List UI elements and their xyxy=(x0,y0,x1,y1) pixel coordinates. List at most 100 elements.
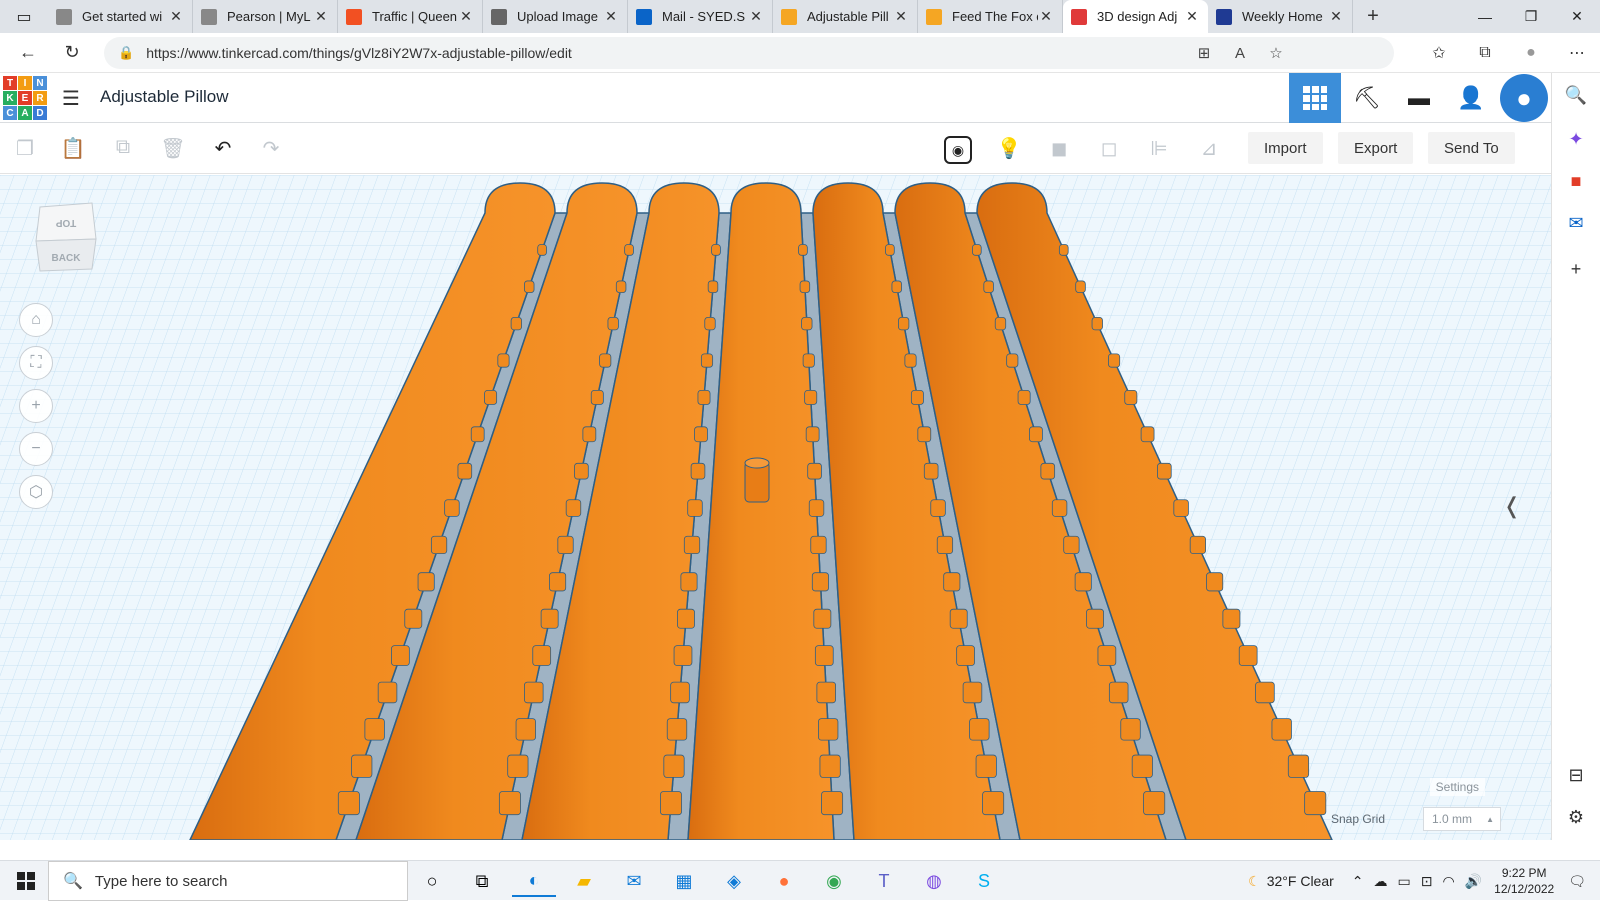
collections-icon[interactable]: ⧉ xyxy=(1462,44,1508,62)
close-tab-icon[interactable]: ✕ xyxy=(313,8,329,25)
close-tab-icon[interactable]: ✕ xyxy=(603,8,619,25)
page-icon xyxy=(201,8,217,25)
discord-icon[interactable]: ◍ xyxy=(912,865,956,897)
close-tab-icon[interactable]: ✕ xyxy=(1184,8,1200,25)
browser-tab[interactable]: Adjustable Pill ✕ xyxy=(773,0,918,33)
office-icon[interactable]: ■ xyxy=(1552,171,1600,192)
hole-shape-icon[interactable]: ◻ xyxy=(1094,136,1124,162)
profile-icon[interactable]: ● xyxy=(1508,44,1554,62)
windows-start-icon[interactable] xyxy=(6,866,46,896)
view-cube[interactable]: TOP BACK xyxy=(34,201,98,273)
add-user-icon[interactable]: 👤 xyxy=(1445,73,1497,123)
copy-icon[interactable]: ❐ xyxy=(10,136,40,162)
url-field[interactable]: 🔒 https://www.tinkercad.com/things/gVlz8… xyxy=(104,37,1394,69)
outlook-icon[interactable]: ✉ xyxy=(1552,213,1600,234)
notes-lightbulb-icon[interactable]: 💡 xyxy=(994,136,1024,162)
hide-sidebar-icon[interactable]: ⊟ xyxy=(1552,765,1600,786)
new-tab-button[interactable]: + xyxy=(1353,0,1393,33)
device-icon[interactable]: ⊡ xyxy=(1421,873,1433,890)
show-all-icon[interactable]: ◉ xyxy=(944,136,972,164)
teams-icon[interactable]: T xyxy=(862,865,906,897)
search-icon[interactable]: 🔍 xyxy=(1552,85,1600,106)
notifications-icon[interactable]: 🗨 xyxy=(1568,873,1586,890)
weather-moon-icon[interactable]: ☾ xyxy=(1248,873,1261,890)
favorites-icon[interactable]: ✩ xyxy=(1416,43,1462,63)
user-avatar[interactable]: ● xyxy=(1500,74,1548,122)
tab-actions-icon[interactable]: ▭ xyxy=(0,0,48,33)
design-list-icon[interactable]: ☰ xyxy=(62,86,84,110)
perspective-toggle-icon[interactable]: ⬡ xyxy=(19,475,53,509)
browser-tab[interactable]: Feed The Fox c ✕ xyxy=(918,0,1063,33)
undo-icon[interactable]: ↶ xyxy=(208,136,238,162)
minimize-icon[interactable]: — xyxy=(1462,0,1508,33)
back-arrow-icon[interactable]: ← xyxy=(8,33,48,73)
workplane-viewport[interactable]: TOP BACK ⌂ ⛶ + − ⬡ ❬ Settings Snap Grid … xyxy=(0,175,1551,840)
file-explorer-icon[interactable]: ▰ xyxy=(562,865,606,897)
import-button[interactable]: Import xyxy=(1248,132,1323,164)
taskbar-search[interactable]: 🔍 Type here to search xyxy=(48,861,408,901)
browser-tab[interactable]: 3D design Adj ✕ xyxy=(1063,0,1208,33)
add-sidebar-app-icon[interactable]: + xyxy=(1552,259,1600,280)
read-aloud-icon[interactable]: A xyxy=(1222,45,1258,62)
collapse-panel-icon[interactable]: ❬ xyxy=(1503,493,1521,519)
skype-icon[interactable]: S xyxy=(962,865,1006,897)
close-window-icon[interactable]: ✕ xyxy=(1554,0,1600,33)
tray-chevron-icon[interactable]: ⌃ xyxy=(1352,873,1364,890)
company-portal-icon[interactable]: ◈ xyxy=(712,865,756,897)
close-tab-icon[interactable]: ✕ xyxy=(458,8,474,25)
bricks-icon[interactable]: ▬ xyxy=(1393,73,1445,123)
close-tab-icon[interactable]: ✕ xyxy=(893,8,909,25)
workplane-scene[interactable] xyxy=(0,175,1551,840)
battery-icon[interactable]: ▭ xyxy=(1398,873,1411,890)
send-to-button[interactable]: Send To xyxy=(1428,132,1515,164)
browser-tab[interactable]: Get started wi ✕ xyxy=(48,0,193,33)
app-available-icon[interactable]: ⊞ xyxy=(1186,44,1222,62)
firefox-icon[interactable]: ● xyxy=(762,865,806,897)
home-view-icon[interactable]: ⌂ xyxy=(19,303,53,337)
refresh-icon[interactable]: ↻ xyxy=(52,33,92,73)
browser-tab[interactable]: Mail - SYED.S ✕ xyxy=(628,0,773,33)
3d-design-view-icon[interactable] xyxy=(1289,73,1341,123)
store-app-icon[interactable]: ▦ xyxy=(662,865,706,897)
clock[interactable]: 9:22 PM 12/12/2022 xyxy=(1494,865,1554,897)
tinkercad-logo[interactable]: TIN KER CAD xyxy=(3,76,47,120)
redo-icon[interactable]: ↷ xyxy=(256,136,286,162)
close-tab-icon[interactable]: ✕ xyxy=(1328,8,1344,25)
task-view-icon[interactable]: ⧉ xyxy=(460,865,504,897)
browser-tab[interactable]: Weekly Home ✕ xyxy=(1208,0,1353,33)
blocks-pickaxe-icon[interactable]: ⛏ xyxy=(1341,73,1393,123)
browser-tab[interactable]: Pearson | MyL ✕ xyxy=(193,0,338,33)
sidebar-settings-icon[interactable]: ⚙ xyxy=(1552,807,1600,828)
align-icon[interactable]: ⊫ xyxy=(1144,136,1174,162)
duplicate-icon[interactable]: ⧉ xyxy=(108,136,138,162)
delete-icon[interactable]: 🗑 xyxy=(158,136,188,162)
onedrive-icon[interactable]: ☁ xyxy=(1374,873,1388,890)
browser-tab[interactable]: Traffic | Queen ✕ xyxy=(338,0,483,33)
more-menu-icon[interactable]: ⋯ xyxy=(1554,43,1600,63)
cortana-icon[interactable]: ○ xyxy=(410,865,454,897)
mail-app-icon[interactable]: ✉ xyxy=(612,865,656,897)
design-title[interactable]: Adjustable Pillow xyxy=(100,87,229,107)
volume-icon[interactable]: 🔊 xyxy=(1465,873,1482,890)
fit-view-icon[interactable]: ⛶ xyxy=(19,346,53,380)
solid-shape-icon[interactable]: ◼ xyxy=(1044,136,1074,162)
mirror-icon[interactable]: ⊿ xyxy=(1194,136,1224,162)
lock-icon[interactable]: 🔒 xyxy=(118,45,134,61)
export-button[interactable]: Export xyxy=(1338,132,1414,164)
weather-text[interactable]: 32°F Clear xyxy=(1267,873,1334,889)
edge-app-icon[interactable]: ◐ xyxy=(512,865,556,897)
discover-icon[interactable]: ✦ xyxy=(1552,129,1600,150)
restore-icon[interactable]: ❐ xyxy=(1508,0,1554,33)
zoom-out-icon[interactable]: − xyxy=(19,432,53,466)
chrome-icon[interactable]: ◉ xyxy=(812,865,856,897)
browser-tab[interactable]: Upload Image ✕ xyxy=(483,0,628,33)
zoom-in-icon[interactable]: + xyxy=(19,389,53,423)
close-tab-icon[interactable]: ✕ xyxy=(748,8,764,25)
settings-button[interactable]: Settings xyxy=(1429,778,1485,796)
add-favorite-icon[interactable]: ☆ xyxy=(1258,44,1294,62)
snap-grid-select[interactable]: 1.0 mm ▲ xyxy=(1423,807,1501,831)
paste-icon[interactable]: 📋 xyxy=(58,136,88,162)
close-tab-icon[interactable]: ✕ xyxy=(168,8,184,25)
wifi-icon[interactable]: ◠ xyxy=(1443,873,1455,890)
close-tab-icon[interactable]: ✕ xyxy=(1038,8,1054,25)
